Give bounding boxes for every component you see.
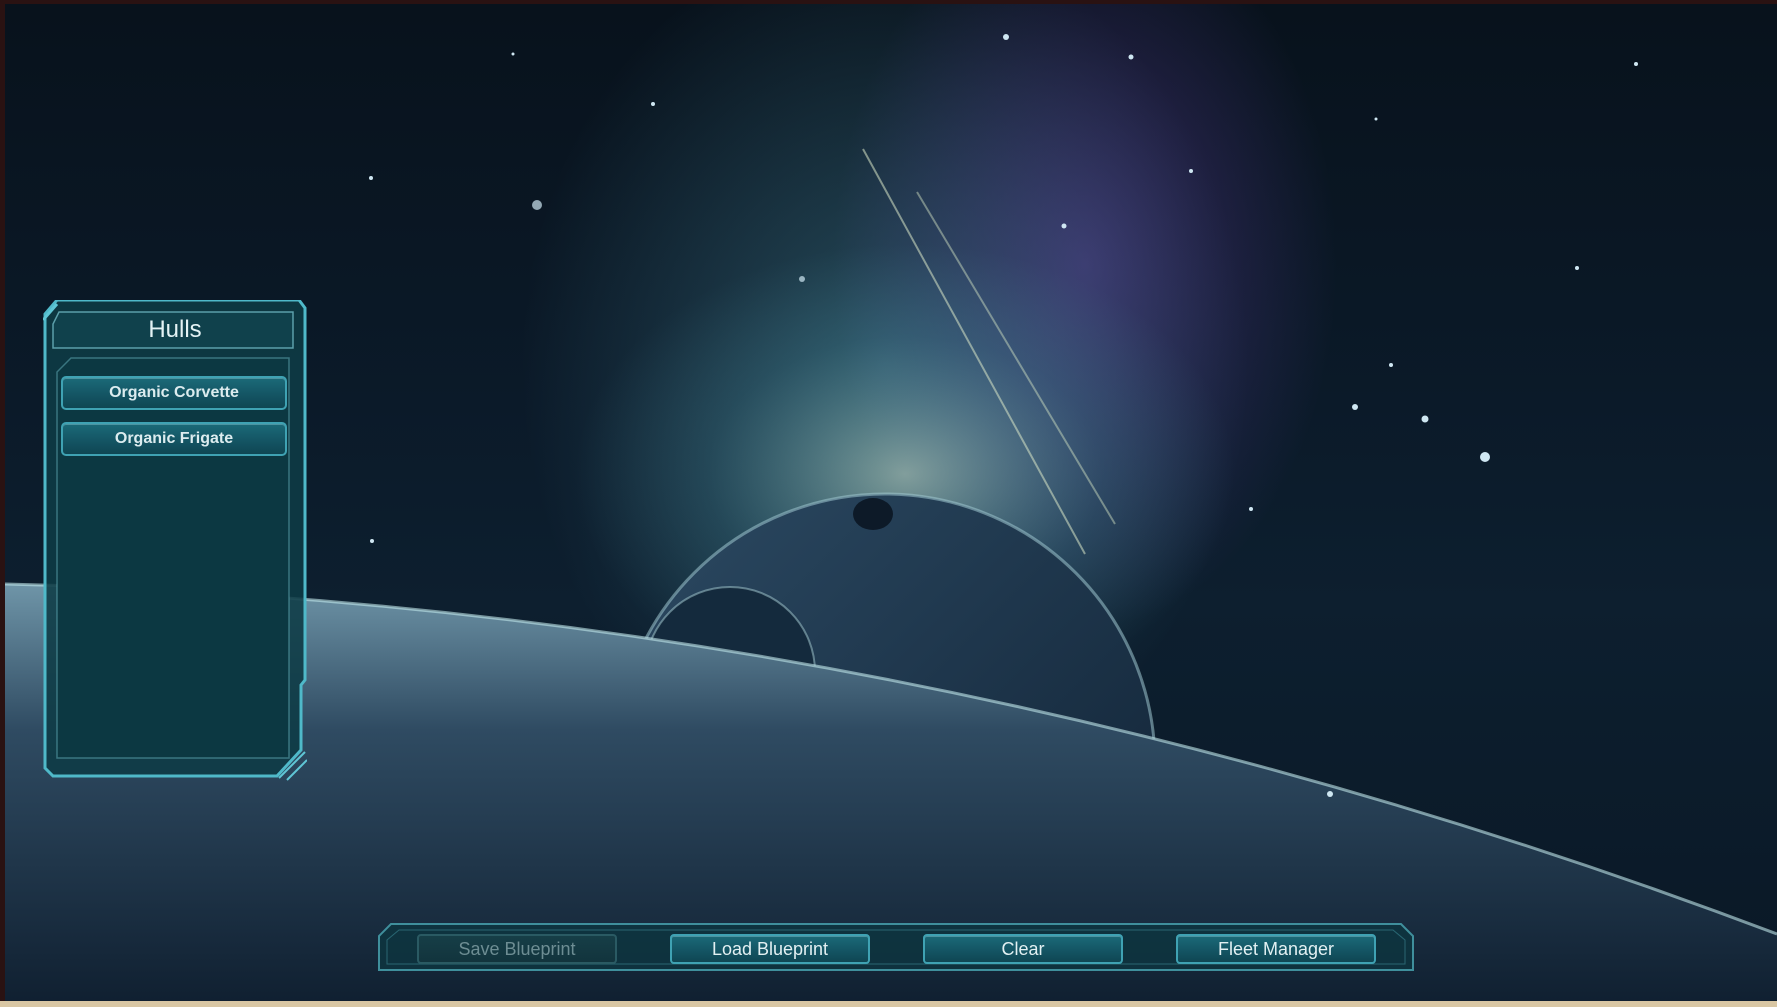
save-blueprint-button[interactable]: Save Blueprint — [417, 934, 617, 964]
fleet-manager-button[interactable]: Fleet Manager — [1176, 934, 1376, 964]
hulls-panel: Hulls Organic Corvette Organic Frigate — [43, 300, 307, 782]
hull-item-organic-frigate[interactable]: Organic Frigate — [61, 422, 287, 456]
blueprint-toolbar: Save Blueprint Load Blueprint Clear Flee… — [377, 922, 1415, 974]
hulls-panel-frame — [43, 300, 307, 781]
load-blueprint-button[interactable]: Load Blueprint — [670, 934, 870, 964]
eclipse-disc — [853, 498, 893, 530]
hull-list: Organic Corvette Organic Frigate — [61, 376, 289, 468]
hulls-panel-title: Hulls — [148, 316, 202, 343]
game-screen: Hulls Organic Corvette Organic Frigate S… — [0, 0, 1777, 1007]
window-bottom-border — [0, 1001, 1777, 1007]
ship-designer-viewport: Hulls Organic Corvette Organic Frigate S… — [5, 4, 1777, 1001]
clear-button[interactable]: Clear — [923, 934, 1123, 964]
hull-item-organic-corvette[interactable]: Organic Corvette — [61, 376, 287, 410]
